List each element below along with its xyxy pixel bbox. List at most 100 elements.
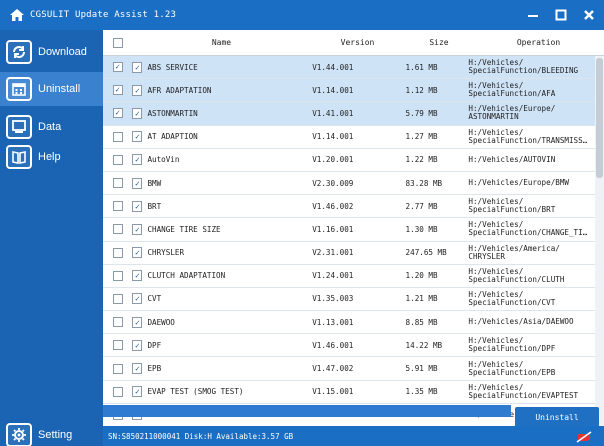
table-row[interactable]: ✓ BRT V1.46.002 2.77 MB H:/Vehicles/ Special…	[103, 195, 595, 219]
row-checkbox[interactable]: ✓	[112, 108, 123, 119]
package-version: V1.44.001	[312, 62, 354, 72]
row-checkbox[interactable]	[112, 224, 123, 235]
package-icon: ✓	[132, 61, 143, 73]
row-checkbox[interactable]	[112, 317, 123, 328]
package-version: V1.46.002	[312, 201, 354, 211]
progress-bar	[103, 405, 511, 417]
row-checkbox[interactable]	[112, 340, 123, 351]
package-name: CVT	[147, 294, 162, 304]
package-path: H:/Vehicles/America/ CHRYSLER	[468, 244, 560, 261]
table-row[interactable]: ✓ ✓ AFR ADAPTATION V1.14.001 1.12 MB H:/Vehic…	[103, 79, 595, 103]
sidebar-item-data[interactable]: Data	[0, 110, 103, 144]
package-size: 1.61 MB	[405, 62, 438, 72]
sidebar-item-label: Uninstall	[38, 83, 81, 95]
table-row[interactable]: ✓ CHANGE TIRE SIZE V1.16.001 1.30 MB H:/Vehi…	[103, 218, 595, 242]
package-name: AT ADAPTION	[147, 132, 198, 142]
column-header-size[interactable]: Size	[405, 38, 473, 47]
package-icon: ✓	[132, 316, 143, 328]
package-version: V2.30.009	[312, 178, 354, 188]
package-path: H:/Vehicles/Asia/DAEWOO	[468, 318, 574, 327]
row-checkbox[interactable]	[112, 247, 123, 258]
table-row[interactable]: ✓ CHRYSLER V2.31.001 247.65 MB H:/Vehicles/A…	[103, 242, 595, 265]
table-row[interactable]: ✓ CLUTCH ADAPTATION V1.24.001 1.20 MB H:/Veh…	[103, 265, 595, 288]
package-size: 5.79 MB	[405, 108, 438, 118]
table-row[interactable]: ✓ ✓ ASTONMARTIN V1.41.001 5.79 MB H:/Vehicles…	[103, 102, 595, 126]
row-checkbox[interactable]	[112, 154, 123, 165]
row-checkbox[interactable]	[112, 201, 123, 212]
row-checkbox[interactable]	[112, 293, 123, 304]
package-version: V1.15.001	[312, 387, 354, 397]
row-checkbox[interactable]	[112, 270, 123, 281]
close-icon[interactable]	[576, 0, 602, 30]
package-size: 1.35 MB	[405, 387, 438, 397]
package-path: H:/Vehicles/ SpecialFunction/DPF	[468, 337, 556, 354]
package-size: 8.85 MB	[405, 317, 438, 327]
package-icon: ✓	[132, 270, 143, 282]
row-checkbox[interactable]: ✓	[112, 85, 123, 96]
row-checkbox[interactable]	[112, 363, 123, 374]
package-path: H:/Vehicles/ SpecialFunction/EVAPTEST	[468, 383, 579, 400]
column-header-version[interactable]: Version	[310, 38, 405, 47]
package-icon: ✓	[132, 386, 143, 398]
table-row[interactable]: ✓ EPB V1.47.002 5.91 MB H:/Vehicles/ Special…	[103, 357, 595, 381]
package-name: DAEWOO	[147, 317, 175, 327]
home-icon[interactable]	[6, 4, 28, 26]
package-size: 1.22 MB	[405, 155, 438, 165]
table-row[interactable]: ✓ AT ADAPTION V1.14.001 1.27 MB H:/Vehicles/…	[103, 126, 595, 149]
table-row[interactable]: ✓ DPF V1.46.001 14.22 MB H:/Vehicles/ Specia…	[103, 334, 595, 358]
column-header-name[interactable]: Name	[133, 38, 310, 47]
minimize-icon[interactable]	[520, 0, 546, 30]
package-path: H:/Vehicles/ SpecialFunction/CVT	[468, 290, 556, 307]
package-path: H:/Vehicles/ SpecialFunction/BRT	[468, 198, 556, 215]
uninstall-button[interactable]: Uninstall	[515, 407, 599, 427]
select-all-checkbox[interactable]	[113, 37, 123, 48]
table-row[interactable]: ✓ BMW V2.30.009 83.28 MB H:/Vehicles/Europe/…	[103, 172, 595, 196]
row-checkbox[interactable]	[112, 386, 123, 397]
sidebar-item-setting[interactable]: Setting	[0, 418, 103, 446]
sidebar-item-download[interactable]: Download	[0, 35, 103, 69]
package-version: V1.46.001	[312, 340, 354, 350]
window-title: CGSULIT Update Assist 1.23	[30, 10, 177, 20]
package-size: 2.77 MB	[405, 201, 438, 211]
package-path: H:/Vehicles/ SpecialFunction/TRANSMISS…	[468, 128, 588, 145]
sidebar-item-help[interactable]: Help	[0, 140, 103, 174]
main-panel: Name Version Size Operation ✓ ✓ ABS SERVIC…	[103, 30, 604, 446]
package-size: 5.91 MB	[405, 364, 438, 374]
row-checkbox[interactable]	[112, 178, 123, 189]
monitor-icon	[6, 115, 32, 139]
book-icon	[6, 145, 32, 169]
package-version: V1.16.001	[312, 224, 354, 234]
no-connection-icon[interactable]	[573, 430, 595, 444]
package-name: DPF	[147, 340, 162, 350]
package-size: 14.22 MB	[405, 340, 443, 350]
table-row[interactable]: ✓ DAEWOO V1.13.001 8.85 MB H:/Vehicles/Asia/…	[103, 311, 595, 335]
maximize-icon[interactable]	[548, 0, 574, 30]
gear-icon	[6, 423, 32, 446]
package-version: V1.13.001	[312, 317, 354, 327]
package-path: H:/Vehicles/AUTOVIN	[468, 155, 556, 164]
progress-fill	[103, 405, 511, 417]
row-checkbox[interactable]: ✓	[112, 62, 123, 73]
column-header-operation[interactable]: Operation	[473, 38, 604, 47]
table-row[interactable]: ✓ EVAP TEST (SMOG TEST) V1.15.001 1.35 MB H:…	[103, 381, 595, 404]
table-row[interactable]: ✓ AutoVin V1.20.001 1.22 MB H:/Vehicles/AUTO…	[103, 149, 595, 172]
package-version: V1.14.001	[312, 85, 354, 95]
status-text: SN:S850211000041 Disk:H Available:3.57 G…	[108, 431, 294, 441]
package-name: CLUTCH ADAPTATION	[147, 271, 226, 281]
table-row[interactable]: ✓ CVT V1.35.003 1.21 MB H:/Vehicles/ Special…	[103, 288, 595, 312]
status-bar: SN:S850211000041 Disk:H Available:3.57 G…	[103, 426, 604, 446]
package-name: BRT	[147, 201, 162, 211]
table-row[interactable]: ✓ ✓ ABS SERVICE V1.44.001 1.61 MB H:/Vehicles…	[103, 56, 595, 80]
scrollbar-thumb[interactable]	[596, 58, 603, 178]
row-checkbox[interactable]	[112, 131, 123, 142]
package-path: H:/Vehicles/Europe/ ASTONMARTIN	[468, 105, 556, 122]
package-version: V1.47.002	[312, 364, 354, 374]
package-name: CHRYSLER	[147, 248, 185, 258]
package-icon: ✓	[132, 107, 143, 119]
vertical-scrollbar[interactable]	[595, 56, 604, 426]
package-icon: ✓	[132, 247, 143, 259]
sidebar-item-uninstall[interactable]: Uninstall	[0, 72, 103, 106]
title-bar: CGSULIT Update Assist 1.23	[0, 0, 604, 30]
package-name: BMW	[147, 178, 162, 188]
sidebar: Download Uninstall Data Help Setting	[0, 30, 103, 446]
